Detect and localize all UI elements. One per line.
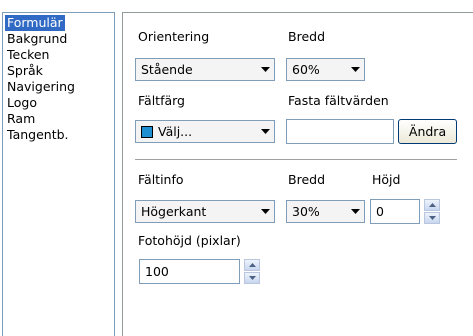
fieldinfo-width-dropdown[interactable]: 30% bbox=[286, 200, 365, 223]
chevron-down-icon bbox=[346, 59, 364, 80]
fieldinfo-width-value: 30% bbox=[292, 204, 320, 219]
chevron-down-icon bbox=[256, 59, 274, 80]
fixed-values-field[interactable] bbox=[286, 119, 394, 144]
fieldinfo-height-field[interactable]: 0 bbox=[370, 199, 420, 224]
orientation-label: Orientering bbox=[138, 29, 210, 44]
photo-height-label: Fotohöjd (pixlar) bbox=[138, 233, 241, 248]
sidebar-list[interactable]: Formulär Bakgrund Tecken Språk Navigerin… bbox=[2, 12, 115, 336]
field-color-value-wrap: Välj... bbox=[141, 124, 256, 139]
sidebar-item-tangentb[interactable]: Tangentb. bbox=[5, 127, 71, 143]
orientation-dropdown[interactable]: Stående bbox=[135, 58, 275, 81]
chevron-down-icon bbox=[256, 121, 274, 142]
sidebar-item-sprak[interactable]: Språk bbox=[5, 63, 45, 79]
change-button[interactable]: Ändra bbox=[398, 119, 457, 144]
sidebar-item-bakgrund[interactable]: Bakgrund bbox=[5, 31, 69, 47]
spin-down-icon[interactable] bbox=[244, 272, 260, 284]
width-dropdown[interactable]: 60% bbox=[286, 58, 365, 81]
chevron-down-icon bbox=[346, 201, 364, 222]
field-color-dropdown[interactable]: Välj... bbox=[135, 120, 275, 143]
fieldinfo-value: Högerkant bbox=[141, 204, 207, 219]
spin-down-icon[interactable] bbox=[424, 212, 440, 224]
width-value: 60% bbox=[292, 62, 320, 77]
fieldinfo-dropdown[interactable]: Högerkant bbox=[135, 200, 275, 223]
sidebar-item-navigering[interactable]: Navigering bbox=[5, 79, 77, 95]
chevron-down-icon bbox=[256, 201, 274, 222]
spin-up-icon[interactable] bbox=[244, 259, 260, 271]
field-color-label: Fältfärg bbox=[138, 93, 185, 108]
spin-up-icon[interactable] bbox=[424, 199, 440, 211]
fieldinfo-width-label: Bredd bbox=[288, 172, 325, 187]
orientation-value: Stående bbox=[141, 62, 193, 77]
sidebar-item-ram[interactable]: Ram bbox=[5, 111, 37, 127]
fixed-values-label: Fasta fältvärden bbox=[288, 93, 389, 108]
color-swatch bbox=[141, 126, 153, 138]
sidebar-item-formular[interactable]: Formulär bbox=[5, 15, 65, 31]
sidebar-item-tecken[interactable]: Tecken bbox=[5, 47, 51, 63]
photo-height-spinner[interactable] bbox=[244, 259, 260, 284]
width-label: Bredd bbox=[288, 29, 325, 44]
fieldinfo-height-label: Höjd bbox=[372, 172, 401, 187]
fieldinfo-label: Fältinfo bbox=[138, 172, 184, 187]
photo-height-field[interactable]: 100 bbox=[139, 259, 240, 284]
field-color-value: Välj... bbox=[158, 124, 193, 139]
height-spinner[interactable] bbox=[424, 199, 440, 224]
sidebar-item-logo[interactable]: Logo bbox=[5, 95, 39, 111]
section-divider bbox=[135, 159, 457, 161]
